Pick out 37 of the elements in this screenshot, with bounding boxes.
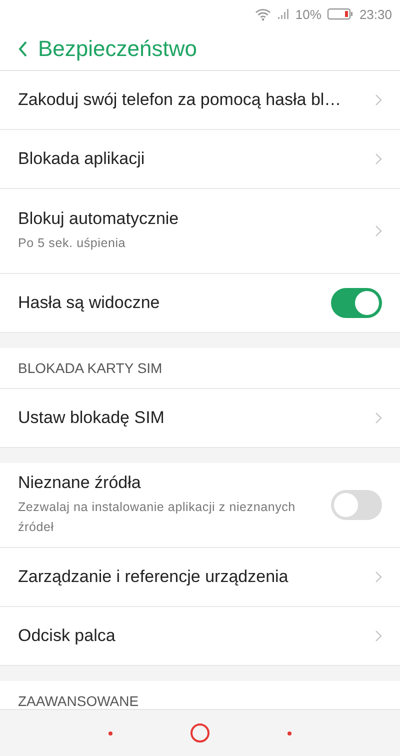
row-title: Odcisk palca: [18, 626, 116, 646]
settings-row[interactable]: Nieznane źródła Zezwalaj na instalowanie aplikacji z nieznanych źródeł: [0, 463, 400, 548]
chevron-icon: [375, 571, 382, 583]
row-title: Zarządzanie i referencje urządzenia: [18, 567, 290, 587]
battery-icon: [327, 8, 354, 20]
toggle-switch[interactable]: [331, 490, 382, 520]
page-title: Bezpieczeństwo: [38, 36, 197, 62]
row-subtitle: Zezwalaj na instalowanie aplikacji z nieznanych źródeł: [18, 499, 296, 536]
settings-row[interactable]: Zarządzanie i referencje urządzenia: [0, 548, 400, 607]
nav-dot-icon[interactable]: [286, 730, 292, 736]
home-circle-icon[interactable]: [190, 723, 210, 743]
row-title: Hasła są widoczne: [18, 293, 161, 313]
clock-time: 23:30: [359, 6, 392, 22]
section-header: BLOKADA KARTY SIM: [0, 348, 400, 389]
chevron-icon: [375, 630, 382, 642]
signal-icon: [277, 8, 290, 20]
row-title: Blokada aplikacji: [18, 149, 146, 169]
chevron-icon: [375, 412, 382, 424]
row-title: Blokuj automatycznie: [18, 209, 180, 229]
settings-row[interactable]: Blokuj automatycznie Po 5 sek. uśpienia: [0, 189, 400, 274]
settings-row[interactable]: Ustaw blokadę SIM: [0, 389, 400, 448]
wifi-icon: [255, 8, 272, 20]
battery-percent: 10%: [295, 6, 322, 22]
nav-dot-icon[interactable]: [108, 730, 114, 736]
settings-row[interactable]: Zakoduj swój telefon za pomocą hasła bl…: [0, 71, 400, 130]
settings-row[interactable]: Odcisk palca: [0, 607, 400, 666]
chevron-icon: [375, 225, 382, 237]
row-title: Ustaw blokadę SIM: [18, 408, 166, 428]
chevron-icon: [375, 94, 382, 106]
row-title: Nieznane źródła: [18, 473, 142, 493]
chevron-icon: [375, 153, 382, 165]
settings-row[interactable]: Hasła są widoczne: [0, 274, 400, 333]
settings-row[interactable]: Blokada aplikacji: [0, 130, 400, 189]
toggle-switch[interactable]: [331, 288, 382, 318]
row-title: Zakoduj swój telefon za pomocą hasła bl…: [18, 90, 342, 110]
row-subtitle: Po 5 sek. uśpienia: [18, 235, 127, 252]
back-icon[interactable]: [18, 41, 28, 57]
